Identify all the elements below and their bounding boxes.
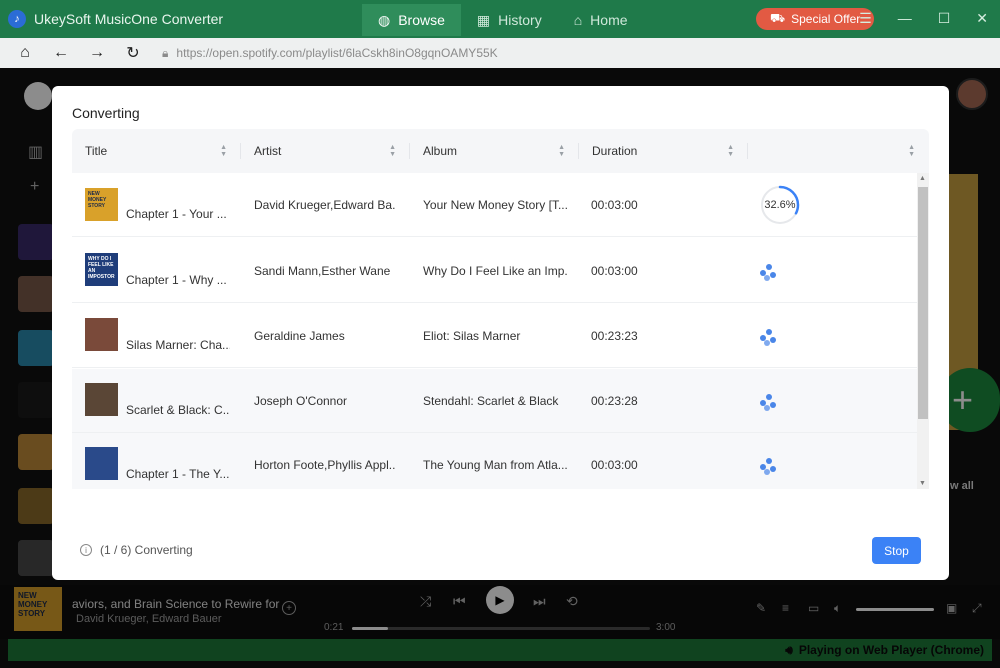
home-icon: ⌂ bbox=[573, 12, 583, 28]
dialog-title: Converting bbox=[72, 105, 140, 121]
conversion-status-text: (1 / 6) Converting bbox=[100, 543, 193, 557]
sort-icon[interactable]: ▲ ▼ bbox=[558, 144, 565, 158]
back-button[interactable]: ← bbox=[50, 42, 72, 64]
waiting-spinner-icon bbox=[760, 394, 778, 411]
tab-home[interactable]: ⌂ Home bbox=[558, 4, 644, 36]
table-row[interactable]: Chapter 1 - The Y... Horton Foote,Phylli… bbox=[72, 433, 917, 489]
house-icon: ⌂ bbox=[20, 44, 30, 61]
window-controls: ☰ — ☐ ✕ bbox=[859, 10, 988, 27]
conversion-status: i (1 / 6) Converting bbox=[80, 543, 193, 557]
nav-tabs: ◍ Browse ▦ History ⌂ Home bbox=[362, 4, 644, 36]
track-artist: Joseph O'Connor bbox=[254, 394, 348, 408]
sort-icon[interactable]: ▲ ▼ bbox=[908, 144, 915, 158]
cart-icon: ⛟ bbox=[770, 11, 786, 25]
scrollbar-thumb[interactable] bbox=[918, 187, 928, 419]
globe-icon: ◍ bbox=[378, 11, 391, 28]
sort-icon[interactable]: ▲ ▼ bbox=[727, 144, 734, 158]
home-button[interactable]: ⌂ bbox=[14, 42, 36, 64]
lock-icon: 🔒︎ bbox=[162, 45, 169, 60]
table-row[interactable]: NEW MONEY STORY Chapter 1 - Your ... Dav… bbox=[72, 173, 917, 237]
cover-thumbnail bbox=[85, 447, 118, 480]
converting-dialog: Converting Title ▲ ▼ Artist ▲ ▼ Album ▲ ▼ D… bbox=[52, 86, 949, 580]
track-album: Eliot: Silas Marner bbox=[423, 329, 521, 343]
cover-thumbnail bbox=[85, 318, 118, 351]
tab-history[interactable]: ▦ History bbox=[461, 4, 558, 36]
track-artist: Sandi Mann,Esther Wane bbox=[254, 264, 391, 278]
table-row[interactable]: WHY DO I FEEL LIKE AN IMPOSTOR Chapter 1… bbox=[72, 239, 917, 303]
scroll-down-icon[interactable]: ▼ bbox=[919, 480, 926, 487]
close-icon[interactable]: ✕ bbox=[976, 10, 988, 27]
menu-icon[interactable]: ☰ bbox=[859, 10, 872, 27]
track-duration: 00:23:23 bbox=[591, 329, 638, 343]
column-header-status[interactable]: ▲ ▼ bbox=[748, 129, 929, 173]
reload-icon: ↻ bbox=[126, 45, 140, 62]
track-album: Stendahl: Scarlet & Black bbox=[423, 394, 559, 408]
cover-thumbnail bbox=[85, 383, 118, 416]
cover-thumbnail: NEW MONEY STORY bbox=[85, 188, 118, 221]
track-artist: Horton Foote,Phyllis Appl... bbox=[254, 458, 396, 472]
column-header-artist[interactable]: Artist ▲ ▼ bbox=[241, 129, 410, 173]
track-title: Silas Marner: Cha... bbox=[126, 338, 230, 352]
track-album: Why Do I Feel Like an Imp... bbox=[423, 264, 567, 278]
forward-button[interactable]: → bbox=[86, 42, 108, 64]
column-header-title[interactable]: Title ▲ ▼ bbox=[72, 129, 241, 173]
table-scrollbar[interactable]: ▲ ▼ bbox=[917, 173, 929, 489]
arrow-right-icon: → bbox=[89, 44, 105, 61]
arrow-left-icon: ← bbox=[53, 44, 69, 61]
minimize-icon[interactable]: — bbox=[898, 10, 912, 27]
track-duration: 00:03:00 bbox=[591, 458, 638, 472]
address-bar[interactable]: 🔒︎ https://open.spotify.com/playlist/6la… bbox=[162, 46, 498, 61]
conversion-progress-ring: 32.6% bbox=[760, 185, 800, 225]
title-bar: ♪ UkeySoft MusicOne Converter ◍ Browse ▦… bbox=[0, 0, 1000, 38]
table-row[interactable]: Scarlet & Black: C... Joseph O'Connor St… bbox=[72, 369, 917, 433]
browser-toolbar: ⌂ ← → ↻ 🔒︎ https://open.spotify.com/play… bbox=[0, 38, 1000, 68]
track-title: Chapter 1 - The Y... bbox=[126, 467, 230, 481]
scroll-up-icon[interactable]: ▲ bbox=[919, 175, 926, 182]
conversion-percent: 32.6% bbox=[764, 199, 796, 211]
track-artist: David Krueger,Edward Ba... bbox=[254, 198, 396, 212]
track-album: Your New Money Story [T... bbox=[423, 198, 567, 212]
info-icon: i bbox=[80, 544, 92, 556]
table-header: Title ▲ ▼ Artist ▲ ▼ Album ▲ ▼ Duration ▲ ▼ … bbox=[72, 129, 929, 173]
tab-browse[interactable]: ◍ Browse bbox=[362, 4, 461, 36]
waiting-spinner-icon bbox=[760, 264, 778, 281]
track-artist: Geraldine James bbox=[254, 329, 345, 343]
track-title: Chapter 1 - Your ... bbox=[126, 207, 227, 221]
maximize-icon[interactable]: ☐ bbox=[938, 10, 951, 27]
stop-button[interactable]: Stop bbox=[872, 537, 921, 564]
table-row[interactable]: Silas Marner: Cha... Geraldine James Eli… bbox=[72, 304, 917, 368]
reload-button[interactable]: ↻ bbox=[122, 42, 144, 64]
track-duration: 00:23:28 bbox=[591, 394, 638, 408]
cover-thumbnail: WHY DO I FEEL LIKE AN IMPOSTOR bbox=[85, 253, 118, 286]
track-duration: 00:03:00 bbox=[591, 264, 638, 278]
conversion-table: Title ▲ ▼ Artist ▲ ▼ Album ▲ ▼ Duration ▲ ▼ … bbox=[72, 129, 929, 533]
column-header-duration[interactable]: Duration ▲ ▼ bbox=[579, 129, 748, 173]
track-title: Chapter 1 - Why ... bbox=[126, 273, 227, 287]
table-body: NEW MONEY STORY Chapter 1 - Your ... Dav… bbox=[72, 173, 917, 489]
track-duration: 00:03:00 bbox=[591, 198, 638, 212]
column-header-album[interactable]: Album ▲ ▼ bbox=[410, 129, 579, 173]
track-title: Scarlet & Black: C... bbox=[126, 403, 230, 417]
track-album: The Young Man from Atla... bbox=[423, 458, 567, 472]
app-title: UkeySoft MusicOne Converter bbox=[34, 11, 224, 27]
url-text: https://open.spotify.com/playlist/6laCsk… bbox=[176, 46, 498, 60]
waiting-spinner-icon bbox=[760, 458, 778, 475]
waiting-spinner-icon bbox=[760, 329, 778, 346]
sort-icon[interactable]: ▲ ▼ bbox=[220, 144, 227, 158]
app-logo-icon: ♪ bbox=[8, 10, 26, 28]
special-offer-button[interactable]: ⛟ Special Offer bbox=[756, 8, 874, 30]
sort-icon[interactable]: ▲ ▼ bbox=[389, 144, 396, 158]
history-icon: ▦ bbox=[476, 11, 491, 28]
